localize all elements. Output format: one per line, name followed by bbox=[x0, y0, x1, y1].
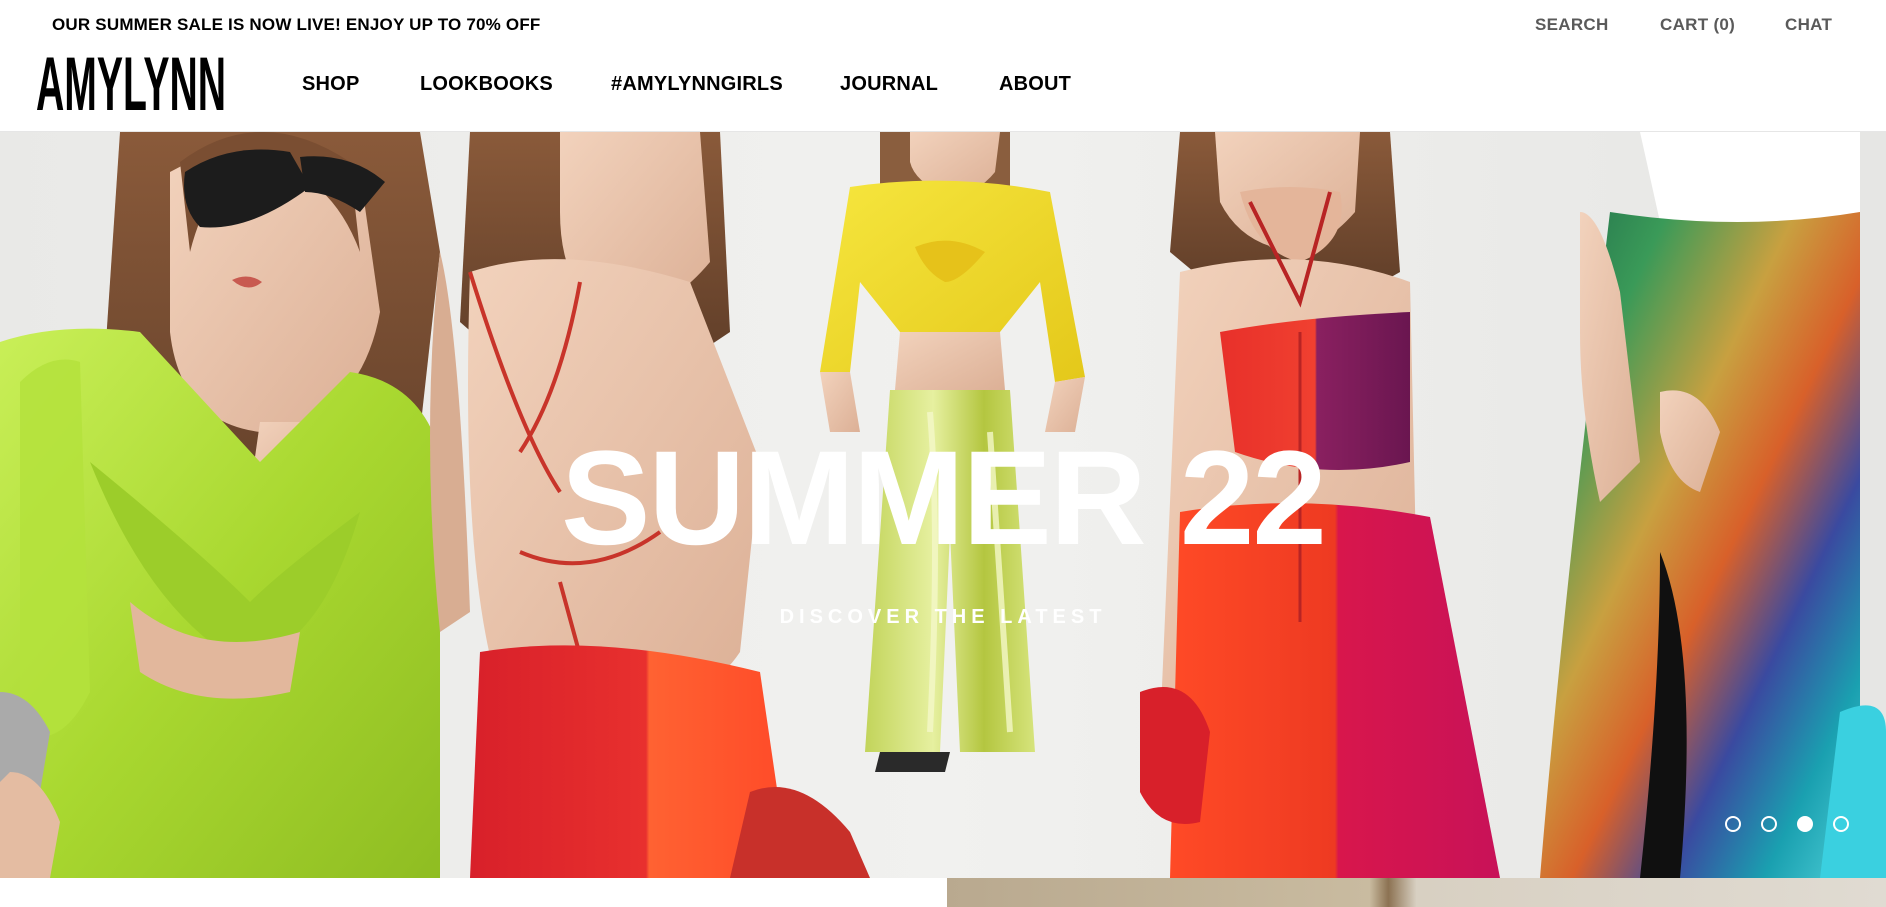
nav-amylynngirls[interactable]: #AMYLYNNGIRLS bbox=[611, 73, 783, 96]
hero-slideshow: SUMMER 22 DISCOVER THE LATEST bbox=[0, 132, 1886, 878]
chat-link[interactable]: CHAT bbox=[1785, 15, 1832, 35]
nav-journal[interactable]: JOURNAL bbox=[840, 73, 938, 96]
slide-dot-icon-active[interactable] bbox=[1797, 816, 1813, 832]
nav-shop[interactable]: SHOP bbox=[302, 73, 359, 96]
slide-pagination bbox=[1725, 816, 1855, 836]
logo-text: AMYLYNN bbox=[36, 50, 226, 116]
cart-link[interactable]: CART (0) bbox=[1660, 15, 1735, 35]
brand-logo[interactable]: AMYLYNN bbox=[36, 42, 228, 127]
hero-title: SUMMER 22 bbox=[561, 424, 1327, 573]
featured-image[interactable] bbox=[947, 878, 1886, 907]
slide-dot-icon[interactable] bbox=[1761, 816, 1777, 832]
slide-dot-icon[interactable] bbox=[1725, 816, 1741, 832]
discover-latest-link[interactable]: DISCOVER THE LATEST bbox=[0, 606, 1886, 629]
nav-lookbooks[interactable]: LOOKBOOKS bbox=[420, 73, 553, 96]
slide-dot-icon[interactable] bbox=[1833, 816, 1849, 832]
search-link[interactable]: SEARCH bbox=[1535, 15, 1609, 35]
nav-about[interactable]: ABOUT bbox=[999, 73, 1071, 96]
site-header: OUR SUMMER SALE IS NOW LIVE! ENJOY UP TO… bbox=[0, 0, 1886, 132]
announcement-bar[interactable]: OUR SUMMER SALE IS NOW LIVE! ENJOY UP TO… bbox=[52, 15, 541, 35]
next-section-preview bbox=[0, 878, 1886, 907]
